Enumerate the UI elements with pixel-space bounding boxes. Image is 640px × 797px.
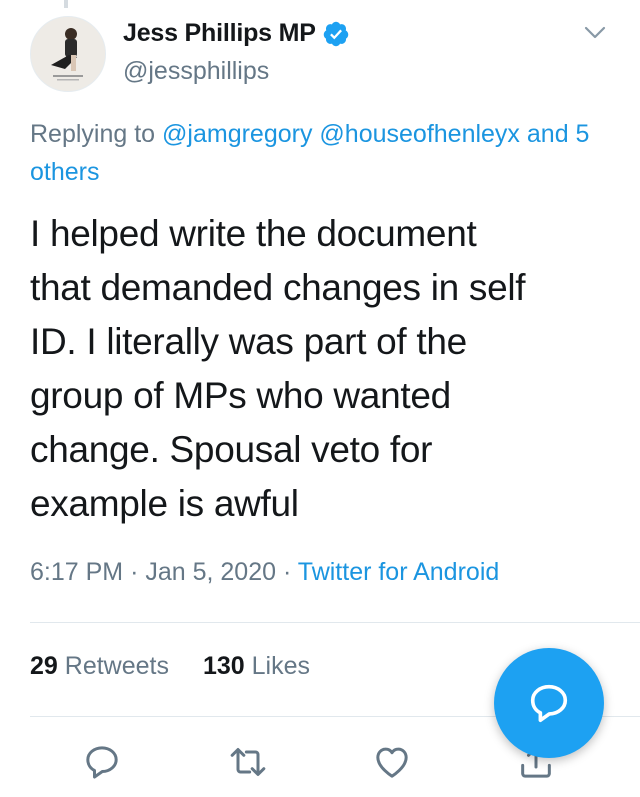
tweet-text-line: that demanded changes in self [30,267,526,308]
replying-to: Replying to @jamgregory @houseofhenleyx … [30,115,610,191]
tweet-date: Jan 5, 2020 [145,558,277,586]
tweet-meta: 6:17 PM · Jan 5, 2020 · Twitter for Andr… [30,558,499,587]
tweet-text-line: ID. I literally was part of the [30,321,467,362]
mention-link[interactable]: @houseofhenleyx [319,120,520,148]
like-icon[interactable] [372,742,412,782]
meta-separator: · [130,558,139,586]
author-handle[interactable]: @jessphillips [123,57,269,86]
tweet-text-line: I helped write the document [30,213,477,254]
verified-badge-icon [323,21,348,46]
likes-stat[interactable]: 130 Likes [203,652,310,680]
divider [30,622,640,623]
avatar[interactable] [30,16,106,92]
reply-bubble-icon [530,684,568,723]
reply-icon[interactable] [82,742,122,782]
retweets-stat[interactable]: 29 Retweets [30,652,169,680]
tweet-text-line: group of MPs who wanted [30,375,451,416]
tweet-text-line: change. Spousal veto for [30,429,433,470]
compose-reply-button[interactable] [494,648,604,758]
likes-label: Likes [251,652,311,680]
tweet-source-link[interactable]: Twitter for Android [298,558,499,586]
tweet-time: 6:17 PM [30,558,124,586]
mention-link[interactable]: @jamgregory [162,120,312,148]
replying-to-label: Replying to [30,120,156,148]
tweet-text-line: example is awful [30,483,299,524]
retweets-count: 29 [30,652,58,680]
retweets-label: Retweets [64,652,169,680]
likes-count: 130 [202,652,245,680]
avatar-photo [31,17,105,91]
thread-connector [64,0,68,8]
author-name-row[interactable]: Jess Phillips MP [123,19,350,48]
tweet-stats: 29 Retweets 130 Likes [30,652,310,681]
chevron-down-icon[interactable] [582,19,608,45]
author-display-name[interactable]: Jess Phillips MP [123,19,316,48]
tweet-text: I helped write the document that demande… [30,207,620,531]
meta-separator: · [282,558,292,586]
retweet-icon[interactable] [228,742,268,782]
